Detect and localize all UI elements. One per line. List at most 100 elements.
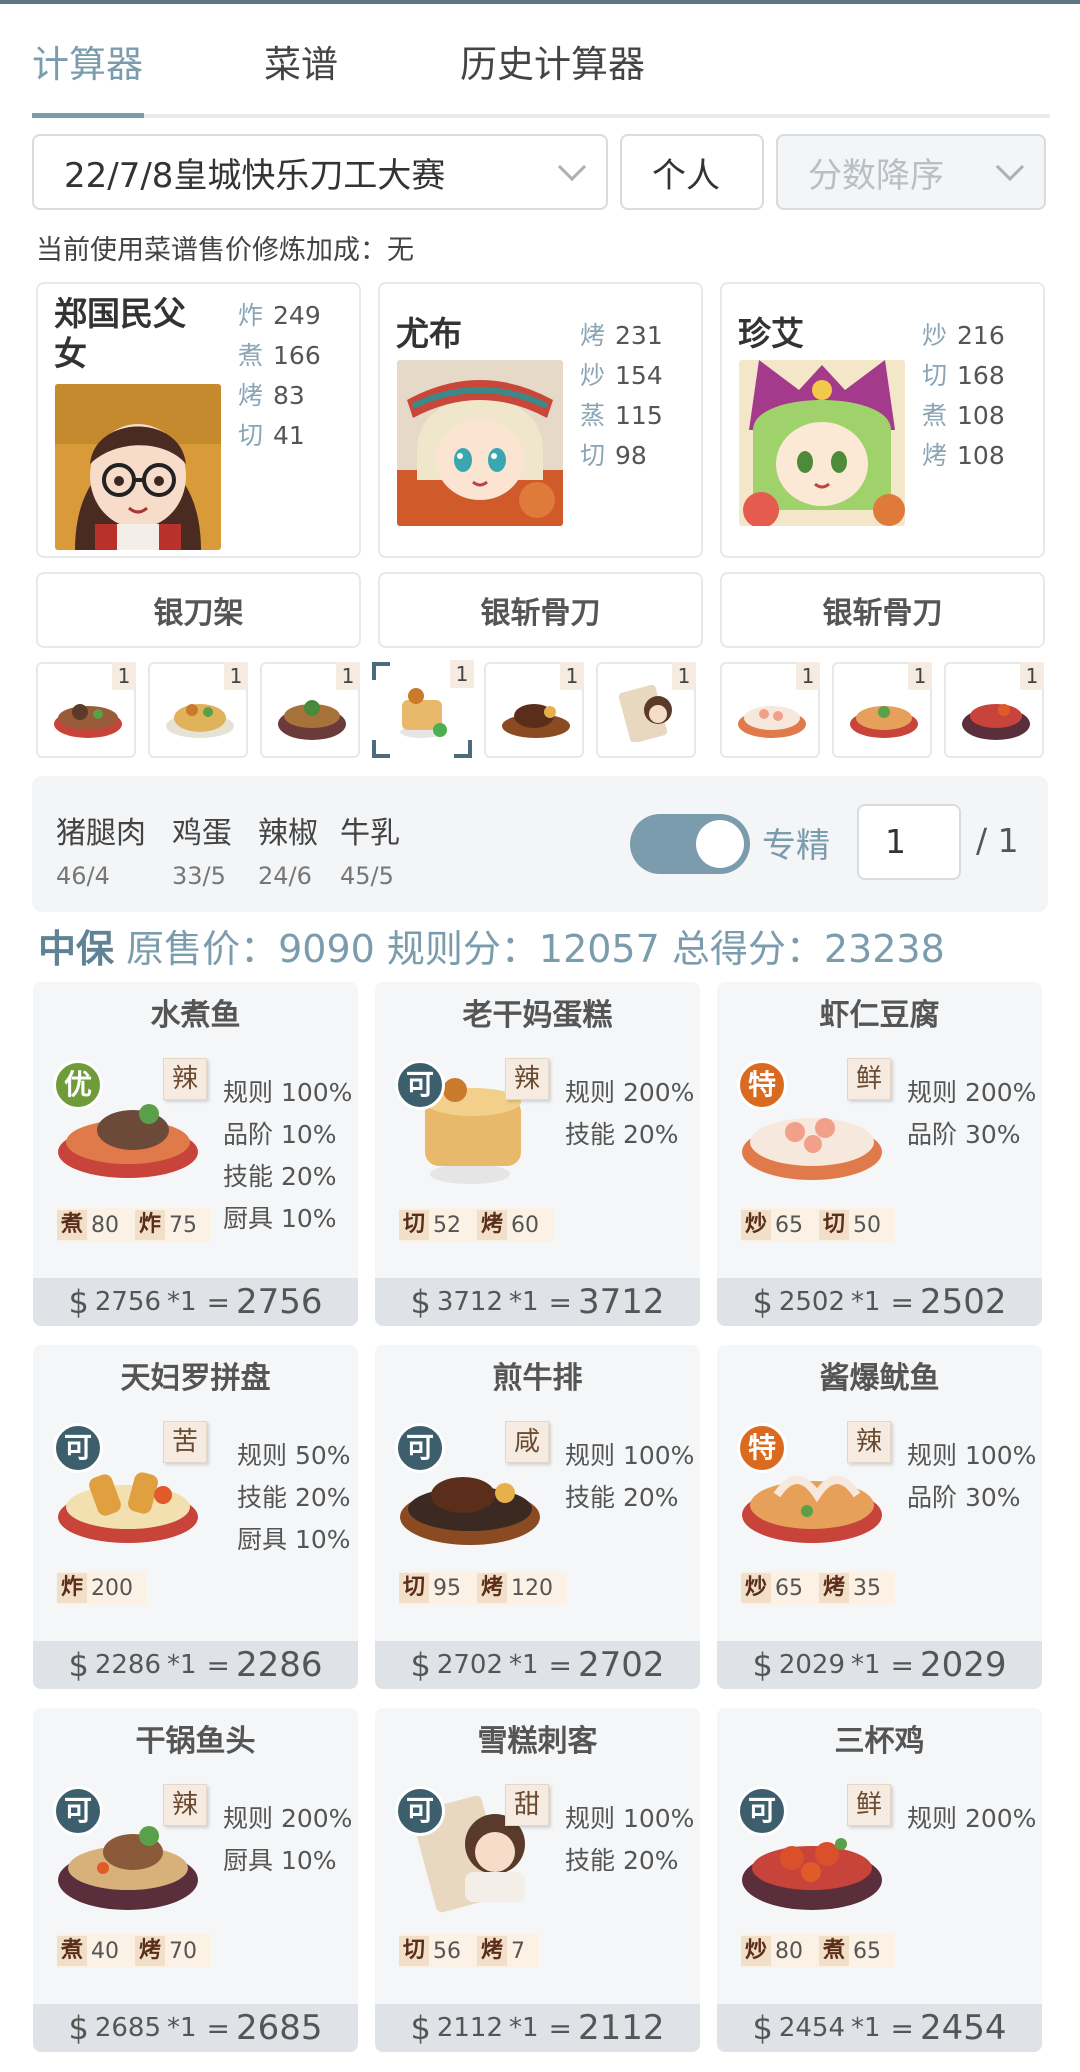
selected-dish-slot[interactable]: 1 — [36, 662, 136, 758]
ingredient-name: 鸡蛋 — [172, 816, 232, 851]
bonus-line: 品阶 10% — [223, 1120, 337, 1149]
selected-dish-slot[interactable]: 1 — [832, 662, 932, 758]
skill-requirements: 炒 80 煮 65 — [741, 1934, 896, 1968]
bonus-list: 规则 200% 技能 20% — [565, 1072, 694, 1156]
skill-type: 炸 — [238, 301, 264, 330]
ingredient-name: 辣椒 — [258, 816, 318, 851]
dish-card[interactable]: 水煮鱼 优 辣 规则 100% 品阶 10% 技能 20% 厨具 10% 煮 80 炸 75… — [33, 982, 358, 1326]
selected-dish-slot[interactable]: 1 — [484, 662, 584, 758]
dish-icon — [54, 704, 122, 738]
dish-name: 虾仁豆腐 — [819, 998, 940, 1033]
sort-select[interactable]: 分数降序 — [776, 134, 1046, 210]
dish-card[interactable]: 虾仁豆腐 特 鲜 规则 200% 品阶 30% 炒 65 切 50 $2502 *1 = 25… — [717, 982, 1042, 1326]
tab-calculator[interactable]: 计算器 — [32, 34, 143, 88]
ingredient-panel: 猪腿肉 46/4 鸡蛋 33/5 辣椒 24/6 牛乳 45/5 专精 1 / 1 — [32, 776, 1048, 912]
grade-badge: 特 — [737, 1060, 787, 1110]
skill-value: 249 — [273, 301, 321, 330]
bonus-list: 规则 100% 品阶 10% 技能 20% 厨具 10% — [223, 1072, 352, 1240]
dish-card[interactable]: 三杯鸡 可 鲜 规则 200% 炒 80 煮 65 $2454 *1 = 2454 — [717, 1708, 1042, 2052]
skill-value: 168 — [957, 361, 1005, 390]
bonus-list: 规则 100% 技能 20% — [565, 1798, 694, 1882]
quantity-input[interactable]: 1 — [857, 804, 961, 880]
equipment-slot-3[interactable]: 银斩骨刀 — [720, 572, 1045, 648]
equipment-slot-1[interactable]: 银刀架 — [36, 572, 361, 648]
equipment-slot-2[interactable]: 银斩骨刀 — [378, 572, 703, 648]
bonus-line: 技能 20% — [237, 1483, 351, 1512]
selected-dish-slot-current[interactable]: 1 — [372, 660, 474, 758]
skill-requirements: 炒 65 切 50 — [741, 1208, 896, 1242]
dish-icon — [618, 684, 672, 742]
ingredient-amount: 24/6 — [258, 862, 312, 890]
skill-tag: 煮 — [819, 1936, 850, 1966]
specialize-label: 专精 — [762, 826, 830, 866]
contest-select[interactable]: 22/7/8皇城快乐刀工大赛 — [32, 134, 608, 210]
taste-tag: 鲜 — [847, 1058, 891, 1100]
dish-card[interactable]: 酱爆鱿鱼 特 辣 规则 100% 品阶 30% 炒 65 烤 35 $2029 *1 = 20… — [717, 1345, 1042, 1689]
multiplier: *1 — [166, 1287, 197, 1317]
skill-tag: 烤 — [135, 1936, 166, 1966]
price-row: $2454 *1 = 2454 — [717, 2004, 1042, 2052]
skill-tag: 切 — [399, 1936, 430, 1966]
ingredient-item: 牛乳 45/5 — [340, 808, 400, 890]
score-summary: 中保 原售价：9090 规则分：12057 总得分：23238 — [38, 918, 945, 973]
tab-history-calculator[interactable]: 历史计算器 — [460, 34, 645, 88]
dish-card[interactable]: 煎牛排 可 咸 规则 100% 技能 20% 切 95 烤 120 $2702 *1 = 27… — [375, 1345, 700, 1689]
bonus-line: 规则 100% — [223, 1078, 353, 1107]
bonus-line: 技能 20% — [223, 1162, 337, 1191]
price-row: $2756 *1 = 2756 — [33, 1278, 358, 1326]
skill-requirements: 煮 80 炸 75 — [57, 1208, 212, 1242]
active-tab-indicator — [32, 113, 144, 118]
skill-type: 炒 — [922, 321, 948, 350]
selected-dish-slot[interactable]: 1 — [596, 662, 696, 758]
quantity-max: / 1 — [976, 821, 1019, 860]
chef-card-2[interactable]: 尤布 烤 231 炒 154 蒸 115 切 98 — [378, 282, 703, 558]
price-row: $2702 *1 = 2702 — [375, 1641, 700, 1689]
taste-tag: 辣 — [163, 1058, 207, 1100]
unit-price: 3712 — [436, 1287, 503, 1317]
skill-value: 65 — [775, 1575, 804, 1601]
skill-value: 98 — [615, 441, 647, 470]
bonus-line: 厨具 10% — [237, 1525, 351, 1554]
mode-select[interactable]: 个人 — [620, 134, 764, 210]
grade-badge: 可 — [737, 1786, 787, 1836]
selected-dish-slot[interactable]: 1 — [944, 662, 1044, 758]
mode-select-value: 个人 — [652, 155, 720, 196]
skill-value: 40 — [91, 1938, 120, 1964]
dish-card[interactable]: 雪糕刺客 可 甜 规则 100% 技能 20% 切 56 烤 7 $2112 *1 = 211… — [375, 1708, 700, 2052]
skill-requirements: 炸 200 — [57, 1571, 148, 1605]
skill-type: 烤 — [580, 321, 606, 350]
selected-dish-slot[interactable]: 1 — [720, 662, 820, 758]
bonus-line: 规则 100% — [907, 1441, 1037, 1470]
dish-card[interactable]: 老干妈蛋糕 可 辣 规则 200% 技能 20% 切 52 烤 60 $3712 *1 = 3… — [375, 982, 700, 1326]
unit-price: 2702 — [436, 1650, 503, 1680]
dish-name: 水煮鱼 — [150, 998, 241, 1033]
chef-card-3[interactable]: 珍艾 炒 216 切 168 煮 108 烤 108 — [720, 282, 1045, 558]
bonus-list: 规则 200% 厨具 10% — [223, 1798, 352, 1882]
bonus-line: 规则 200% — [907, 1804, 1037, 1833]
specialize-toggle[interactable] — [630, 814, 750, 874]
skill-type: 炒 — [580, 361, 606, 390]
dish-card[interactable]: 干锅鱼头 可 辣 规则 200% 厨具 10% 煮 40 烤 70 $2685 *1 = 26… — [33, 1708, 358, 2052]
chevron-down-icon — [995, 152, 1025, 182]
skill-tag: 烤 — [477, 1936, 508, 1966]
chef-card-1[interactable]: 郑国民父女 炸 249 煮 166 烤 83 切 41 — [36, 282, 361, 558]
chef-skills: 烤 231 炒 154 蒸 115 切 98 — [580, 316, 663, 476]
dish-card[interactable]: 天妇罗拼盘 可 苦 规则 50% 技能 20% 厨具 10% 炸 200 $2286 *… — [33, 1345, 358, 1689]
bonus-list: 规则 100% 技能 20% — [565, 1435, 694, 1519]
selected-dish-slot[interactable]: 1 — [148, 662, 248, 758]
bonus-line: 品阶 30% — [907, 1120, 1021, 1149]
skill-value: 56 — [433, 1938, 462, 1964]
skill-value: 60 — [511, 1212, 540, 1238]
price-row: $2685 *1 = 2685 — [33, 2004, 358, 2052]
skill-value: 65 — [853, 1938, 882, 1964]
selected-dish-slot[interactable]: 1 — [260, 662, 360, 758]
multiplier: *1 — [850, 1287, 881, 1317]
bonus-list: 规则 100% 品阶 30% — [907, 1435, 1036, 1519]
tab-recipes[interactable]: 菜谱 — [264, 34, 338, 88]
skill-value: 70 — [169, 1938, 198, 1964]
skill-tag: 煮 — [57, 1210, 88, 1240]
multiplier: *1 — [508, 1287, 539, 1317]
taste-tag: 辣 — [505, 1058, 549, 1100]
taste-tag: 辣 — [847, 1421, 891, 1463]
skill-tag: 炒 — [741, 1210, 772, 1240]
